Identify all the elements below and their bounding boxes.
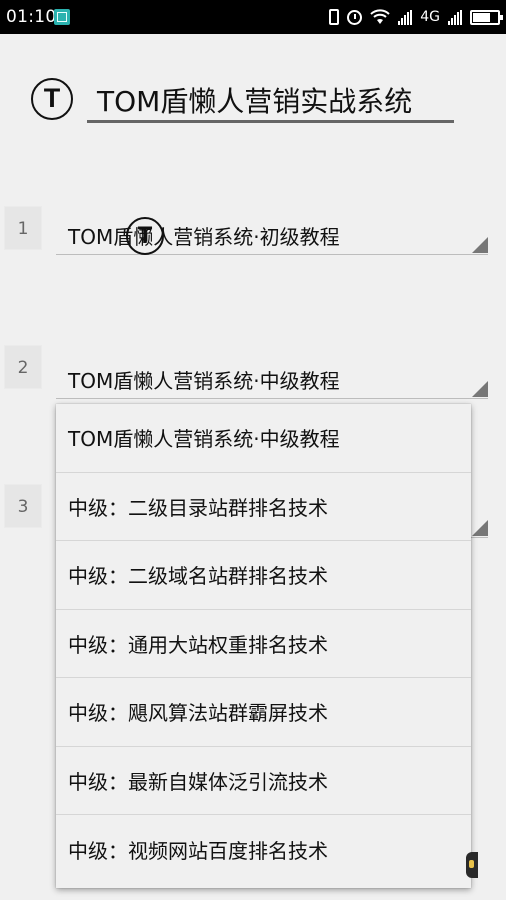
status-bar: 01:10 4G [0,0,506,34]
spinner-1[interactable]: TOM盾懒人营销系统·初级教程 [56,213,488,255]
dropdown-arrow-icon [472,520,488,536]
row-number-2: 2 [4,345,42,389]
spinner-1-value: TOM盾懒人营销系统·初级教程 [68,225,340,249]
spinner-dropdown: TOM盾懒人营销系统·中级教程 中级：二级目录站群排名技术 中级：二级域名站群排… [56,404,471,888]
battery-icon [470,9,503,25]
status-time: 01:10 [6,7,57,27]
dropdown-arrow-icon [472,237,488,253]
alarm-icon [347,9,363,25]
row-number-3: 3 [4,484,42,528]
spinner-underline [56,398,488,399]
wifi-icon [370,9,390,25]
screenshot-app-icon [54,9,70,25]
floating-logo[interactable]: T [126,217,164,255]
dropdown-item[interactable]: 中级：飓风算法站群霸屏技术 [56,678,471,747]
app-logo: T [31,78,73,120]
vibrate-icon [329,9,340,25]
dropdown-item[interactable]: TOM盾懒人营销系统·中级教程 [56,404,471,473]
dropdown-item[interactable]: 中级：最新自媒体泛引流技术 [56,747,471,815]
signal-icon-2 [448,9,462,25]
row-number-1: 1 [4,206,42,250]
dropdown-item[interactable]: 中级：二级目录站群排名技术 [56,473,471,541]
floating-widget-icon[interactable] [466,852,478,878]
dropdown-item[interactable]: 中级：通用大站权重排名技术 [56,610,471,678]
network-type: 4G [420,9,440,25]
dropdown-item[interactable]: 中级：二级域名站群排名技术 [56,541,471,610]
status-icons: 4G [329,7,503,27]
signal-icon [398,9,413,25]
page-title: TOM盾懒人营销实战系统 [97,85,413,118]
spinner-underline [56,254,488,255]
dropdown-item[interactable]: 中级：视频网站百度排名技术 [56,815,471,884]
title-underline [87,120,454,123]
dropdown-arrow-icon [472,381,488,397]
spinner-2[interactable]: TOM盾懒人营销系统·中级教程 [56,357,488,399]
spinner-2-value: TOM盾懒人营销系统·中级教程 [68,369,340,393]
